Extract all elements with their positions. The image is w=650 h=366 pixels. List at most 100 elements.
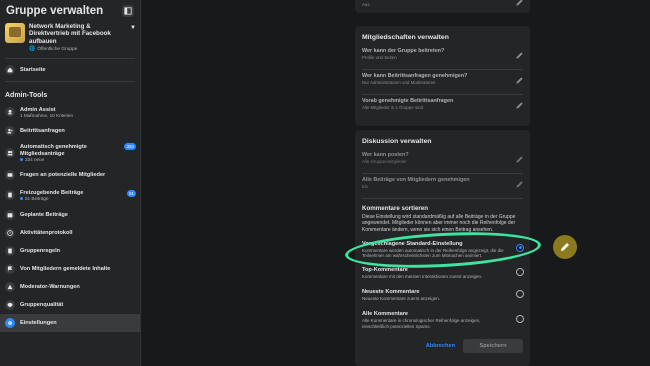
count-badge: 51 bbox=[126, 190, 136, 198]
option-label: Neueste Kommentare bbox=[362, 289, 420, 296]
form-actions: Abbrechen Speichern bbox=[355, 333, 530, 359]
count-badge: 334 bbox=[124, 143, 136, 151]
app-root: Gruppe verwalten Network Marketing & Dir… bbox=[0, 0, 650, 366]
sidebar-item-scheduled-posts[interactable]: Geplante Beiträge bbox=[0, 206, 140, 224]
post-approve-icon bbox=[5, 190, 15, 201]
top-settings-card: Aus bbox=[355, 0, 530, 13]
settings-row-who-can-approve[interactable]: Wer kann Beitrittsanfragen genehmigen? N… bbox=[355, 70, 530, 94]
setting-label: Wer kann Beitrittsanfragen genehmigen? bbox=[362, 73, 468, 79]
sidebar-item-membership-requests[interactable]: Beitrittsanfragen bbox=[0, 122, 140, 140]
edit-pencil-icon[interactable] bbox=[553, 235, 577, 259]
main-content: Aus Mitgliedschaften verwalten Wer kann … bbox=[141, 0, 650, 366]
comment-sort-description: Diese Einstellung wird standardmäßig auf… bbox=[362, 214, 516, 233]
new-dot-icon bbox=[20, 158, 23, 162]
pencil-icon[interactable] bbox=[515, 0, 524, 7]
settings-row-approve-posts[interactable]: Alle Beiträge von Mitgliedern genehmigen… bbox=[355, 174, 530, 198]
radio-unselected[interactable] bbox=[516, 290, 524, 299]
pencil-icon[interactable] bbox=[515, 51, 524, 60]
membership-card: Mitgliedschaften verwalten Wer kann der … bbox=[355, 26, 530, 126]
membership-card-title: Mitgliedschaften verwalten bbox=[362, 34, 449, 41]
sidebar-item-activity-log[interactable]: Aktivitätenprotokoll bbox=[0, 224, 140, 242]
sidebar-item-settings[interactable]: Einstellungen bbox=[0, 314, 140, 333]
sidebar-item-label: Gruppenregeln bbox=[20, 248, 61, 255]
pencil-icon[interactable] bbox=[515, 180, 524, 189]
option-description: Kommentare mit den meisten Interaktionen… bbox=[362, 274, 483, 280]
discussion-card-title: Diskussion verwalten bbox=[362, 138, 432, 145]
caret-down-icon[interactable]: ▼ bbox=[130, 25, 136, 52]
calendar-icon bbox=[5, 210, 15, 221]
sidebar-item-group-quality[interactable]: Gruppenqualität bbox=[0, 296, 140, 314]
group-type-label: Öffentliche Gruppe bbox=[37, 46, 78, 52]
sidebar: Gruppe verwalten Network Marketing & Dir… bbox=[0, 0, 141, 366]
sidebar-item-label: Einstellungen bbox=[20, 320, 57, 327]
new-dot-icon bbox=[20, 196, 23, 200]
admin-assist-icon bbox=[5, 107, 15, 118]
pencil-icon[interactable] bbox=[515, 76, 524, 85]
setting-value: Alle Gruppenmitglieder bbox=[362, 159, 407, 164]
setting-value: Profile und Seiten bbox=[362, 55, 397, 60]
alert-icon bbox=[5, 282, 15, 293]
sidebar-item-label: Beitrittsanfragen bbox=[20, 128, 65, 135]
sidebar-item-auto-approved[interactable]: Automatisch genehmigte Mitgliedsanträge … bbox=[0, 140, 140, 166]
sidebar-item-sub: 334 neue bbox=[20, 157, 108, 162]
settings-row-preapproved[interactable]: Vorab genehmigte Beitrittsanfragen Alle … bbox=[355, 95, 530, 119]
pencil-icon[interactable] bbox=[515, 101, 524, 110]
sidebar-item-label: Startseite bbox=[20, 67, 46, 74]
option-label: Alle Kommentare bbox=[362, 311, 409, 318]
sidebar-item-group-rules[interactable]: Gruppenregeln bbox=[0, 242, 140, 260]
sidebar-item-moderator-alerts[interactable]: Moderator-Warnungen bbox=[0, 278, 140, 296]
sidebar-item-label: Gruppenqualität bbox=[20, 302, 64, 309]
sidebar-item-home[interactable]: Startseite bbox=[0, 61, 140, 79]
people-check-icon bbox=[5, 148, 15, 159]
globe-icon: 🌐 bbox=[29, 46, 36, 53]
divider bbox=[5, 58, 135, 60]
sidebar-item-sub-text: 51 Beiträge bbox=[25, 195, 49, 201]
settings-row[interactable]: Aus bbox=[355, 0, 530, 13]
setting-value: Aus bbox=[362, 2, 370, 7]
option-description: Alle Kommentare in chronologischer Reihe… bbox=[362, 318, 481, 329]
save-button[interactable]: Speichern bbox=[463, 339, 523, 354]
setting-label: Wer kann der Gruppe beitreten? bbox=[362, 48, 445, 54]
sidebar-item-pending-posts[interactable]: Freizugebende Beiträge 51 Beiträge 51 bbox=[0, 184, 140, 206]
sidebar-item-label: Geplante Beiträge bbox=[20, 212, 68, 219]
sidebar-item-sub: 1 Maßnahme, 10 Kriterien bbox=[20, 112, 74, 118]
radio-unselected[interactable] bbox=[516, 315, 524, 324]
cancel-button[interactable]: Abbrechen bbox=[426, 343, 455, 349]
settings-row-who-can-join[interactable]: Wer kann der Gruppe beitreten? Profile u… bbox=[355, 45, 530, 69]
sidebar-item-label: Aktivitätenprotokoll bbox=[20, 230, 73, 237]
setting-value: Ein bbox=[362, 184, 369, 189]
setting-value: Alle Mitglieder in 1 Gruppe sind bbox=[362, 105, 424, 110]
sidebar-item-label: Moderator-Warnungen bbox=[20, 284, 80, 291]
gear-icon bbox=[5, 318, 15, 329]
sidebar-item-questions[interactable]: Fragen an potenzielle Mitglieder bbox=[0, 166, 140, 184]
comment-sort-title: Kommentare sortieren bbox=[362, 205, 429, 212]
radio-unselected[interactable] bbox=[516, 268, 524, 277]
divider bbox=[5, 81, 135, 83]
option-description: Neueste Kommentare zuerst anzeigen. bbox=[362, 296, 441, 302]
setting-value: Nur Administratoren und Moderatoren bbox=[362, 80, 436, 85]
rules-icon bbox=[5, 246, 15, 257]
sidebar-title: Gruppe verwalten bbox=[6, 5, 104, 17]
sidebar-item-label: Von Mitgliedern gemeldete Inhalte bbox=[20, 266, 111, 273]
sidebar-header: Gruppe verwalten bbox=[0, 0, 140, 17]
person-add-icon bbox=[5, 126, 15, 137]
sort-option-all[interactable]: Alle Kommentare Alle Kommentare in chron… bbox=[355, 307, 530, 333]
collapse-sidebar-icon[interactable] bbox=[122, 5, 134, 17]
pencil-icon[interactable] bbox=[515, 155, 524, 164]
flag-icon bbox=[5, 264, 15, 275]
sidebar-item-reported-content[interactable]: Von Mitgliedern gemeldete Inhalte bbox=[0, 260, 140, 278]
clock-icon bbox=[5, 228, 15, 239]
group-name: Network Marketing & Direktvertrieb mit F… bbox=[29, 23, 111, 45]
admin-tools-heading: Admin-Tools bbox=[5, 92, 48, 100]
group-type: 🌐 Öffentliche Gruppe bbox=[29, 46, 124, 52]
sidebar-item-label: Fragen an potenzielle Mitglieder bbox=[20, 172, 106, 179]
group-selector[interactable]: Network Marketing & Direktvertrieb mit F… bbox=[0, 17, 140, 56]
sort-option-newest[interactable]: Neueste Kommentare Neueste Kommentare zu… bbox=[355, 285, 530, 307]
setting-label: Wer kann posten? bbox=[362, 152, 409, 158]
option-label: Top-Kommentare bbox=[362, 267, 408, 274]
sidebar-item-sub-text: 334 neue bbox=[25, 157, 45, 163]
sidebar-item-sub: 51 Beiträge bbox=[20, 196, 83, 201]
settings-row-who-can-post[interactable]: Wer kann posten? Alle Gruppenmitglieder bbox=[355, 149, 530, 173]
group-avatar bbox=[5, 23, 25, 43]
sidebar-item-admin-assist[interactable]: Admin Assist 1 Maßnahme, 10 Kriterien bbox=[0, 102, 140, 122]
